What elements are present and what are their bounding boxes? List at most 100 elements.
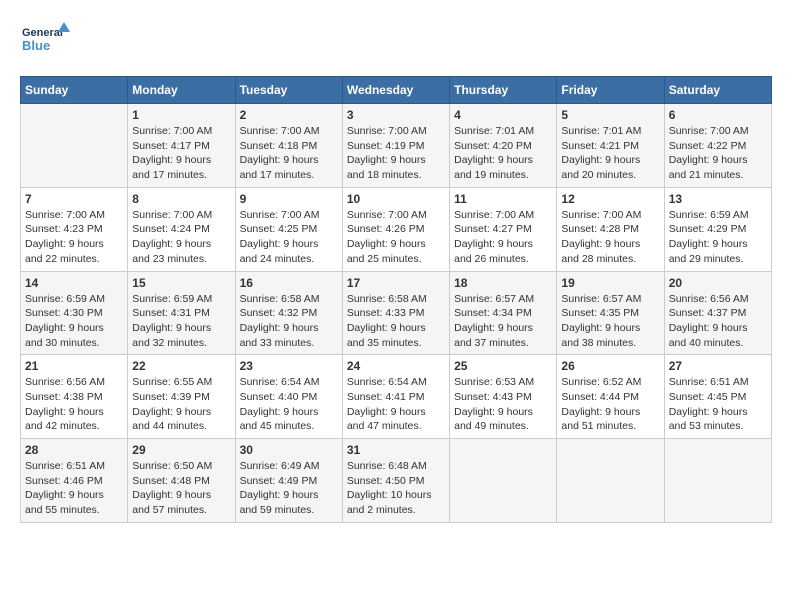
- day-number: 6: [669, 108, 767, 122]
- calendar-cell: 22 Sunrise: 6:55 AMSunset: 4:39 PMDayligh…: [128, 355, 235, 439]
- day-number: 17: [347, 276, 445, 290]
- calendar-cell: 28 Sunrise: 6:51 AMSunset: 4:46 PMDayligh…: [21, 439, 128, 523]
- day-of-week-header: Monday: [128, 77, 235, 104]
- calendar-cell: 11 Sunrise: 7:00 AMSunset: 4:27 PMDayligh…: [450, 187, 557, 271]
- cell-info: Sunrise: 7:00 AMSunset: 4:19 PMDaylight:…: [347, 124, 445, 183]
- page-header: General Blue: [20, 20, 772, 60]
- day-number: 23: [240, 359, 338, 373]
- cell-info: Sunrise: 6:51 AMSunset: 4:46 PMDaylight:…: [25, 459, 123, 518]
- cell-info: Sunrise: 6:58 AMSunset: 4:33 PMDaylight:…: [347, 292, 445, 351]
- cell-info: Sunrise: 7:00 AMSunset: 4:25 PMDaylight:…: [240, 208, 338, 267]
- calendar-cell: 16 Sunrise: 6:58 AMSunset: 4:32 PMDayligh…: [235, 271, 342, 355]
- day-number: 31: [347, 443, 445, 457]
- calendar-cell: 10 Sunrise: 7:00 AMSunset: 4:26 PMDayligh…: [342, 187, 449, 271]
- day-number: 16: [240, 276, 338, 290]
- day-number: 10: [347, 192, 445, 206]
- cell-info: Sunrise: 6:52 AMSunset: 4:44 PMDaylight:…: [561, 375, 659, 434]
- calendar-cell: [450, 439, 557, 523]
- calendar-table: SundayMondayTuesdayWednesdayThursdayFrid…: [20, 76, 772, 523]
- calendar-cell: 20 Sunrise: 6:56 AMSunset: 4:37 PMDayligh…: [664, 271, 771, 355]
- calendar-week-row: 28 Sunrise: 6:51 AMSunset: 4:46 PMDayligh…: [21, 439, 772, 523]
- cell-info: Sunrise: 7:00 AMSunset: 4:22 PMDaylight:…: [669, 124, 767, 183]
- day-number: 19: [561, 276, 659, 290]
- calendar-cell: 3Sunrise: 7:00 AMSunset: 4:19 PMDaylight…: [342, 104, 449, 188]
- day-number: 20: [669, 276, 767, 290]
- calendar-cell: 30 Sunrise: 6:49 AMSunset: 4:49 PMDayligh…: [235, 439, 342, 523]
- calendar-cell: 25Sunrise: 6:53 AMSunset: 4:43 PMDayligh…: [450, 355, 557, 439]
- calendar-body: 1 Sunrise: 7:00 AMSunset: 4:17 PMDaylight…: [21, 104, 772, 523]
- cell-info: Sunrise: 7:00 AMSunset: 4:17 PMDaylight:…: [132, 124, 230, 183]
- calendar-cell: 13 Sunrise: 6:59 AMSunset: 4:29 PMDayligh…: [664, 187, 771, 271]
- day-number: 13: [669, 192, 767, 206]
- calendar-cell: 31 Sunrise: 6:48 AMSunset: 4:50 PMDayligh…: [342, 439, 449, 523]
- cell-info: Sunrise: 6:58 AMSunset: 4:32 PMDaylight:…: [240, 292, 338, 351]
- calendar-cell: [664, 439, 771, 523]
- cell-info: Sunrise: 6:56 AMSunset: 4:37 PMDaylight:…: [669, 292, 767, 351]
- calendar-cell: 2 Sunrise: 7:00 AMSunset: 4:18 PMDaylight…: [235, 104, 342, 188]
- calendar-cell: 24Sunrise: 6:54 AMSunset: 4:41 PMDayligh…: [342, 355, 449, 439]
- logo-svg: General Blue: [20, 20, 70, 60]
- calendar-cell: 15 Sunrise: 6:59 AMSunset: 4:31 PMDayligh…: [128, 271, 235, 355]
- day-number: 1: [132, 108, 230, 122]
- calendar-cell: 14 Sunrise: 6:59 AMSunset: 4:30 PMDayligh…: [21, 271, 128, 355]
- calendar-cell: [21, 104, 128, 188]
- day-number: 28: [25, 443, 123, 457]
- calendar-header-row: SundayMondayTuesdayWednesdayThursdayFrid…: [21, 77, 772, 104]
- calendar-cell: 5 Sunrise: 7:01 AMSunset: 4:21 PMDaylight…: [557, 104, 664, 188]
- cell-info: Sunrise: 7:00 AMSunset: 4:26 PMDaylight:…: [347, 208, 445, 267]
- cell-info: Sunrise: 6:49 AMSunset: 4:49 PMDaylight:…: [240, 459, 338, 518]
- day-of-week-header: Wednesday: [342, 77, 449, 104]
- day-of-week-header: Thursday: [450, 77, 557, 104]
- day-number: 18: [454, 276, 552, 290]
- cell-info: Sunrise: 7:00 AMSunset: 4:27 PMDaylight:…: [454, 208, 552, 267]
- cell-info: Sunrise: 6:59 AMSunset: 4:30 PMDaylight:…: [25, 292, 123, 351]
- cell-info: Sunrise: 6:54 AMSunset: 4:40 PMDaylight:…: [240, 375, 338, 434]
- day-number: 22: [132, 359, 230, 373]
- calendar-cell: 8 Sunrise: 7:00 AMSunset: 4:24 PMDaylight…: [128, 187, 235, 271]
- calendar-cell: 17 Sunrise: 6:58 AMSunset: 4:33 PMDayligh…: [342, 271, 449, 355]
- day-of-week-header: Tuesday: [235, 77, 342, 104]
- cell-info: Sunrise: 6:55 AMSunset: 4:39 PMDaylight:…: [132, 375, 230, 434]
- day-number: 7: [25, 192, 123, 206]
- cell-info: Sunrise: 6:59 AMSunset: 4:29 PMDaylight:…: [669, 208, 767, 267]
- calendar-cell: 27Sunrise: 6:51 AMSunset: 4:45 PMDayligh…: [664, 355, 771, 439]
- cell-info: Sunrise: 7:00 AMSunset: 4:23 PMDaylight:…: [25, 208, 123, 267]
- day-number: 5: [561, 108, 659, 122]
- logo: General Blue: [20, 20, 70, 60]
- calendar-week-row: 7 Sunrise: 7:00 AMSunset: 4:23 PMDaylight…: [21, 187, 772, 271]
- day-number: 8: [132, 192, 230, 206]
- cell-info: Sunrise: 7:00 AMSunset: 4:18 PMDaylight:…: [240, 124, 338, 183]
- calendar-cell: 18Sunrise: 6:57 AMSunset: 4:34 PMDayligh…: [450, 271, 557, 355]
- day-number: 12: [561, 192, 659, 206]
- calendar-cell: [557, 439, 664, 523]
- day-of-week-header: Saturday: [664, 77, 771, 104]
- day-number: 27: [669, 359, 767, 373]
- day-number: 29: [132, 443, 230, 457]
- day-number: 9: [240, 192, 338, 206]
- svg-text:Blue: Blue: [22, 38, 50, 53]
- day-number: 11: [454, 192, 552, 206]
- calendar-cell: 9 Sunrise: 7:00 AMSunset: 4:25 PMDaylight…: [235, 187, 342, 271]
- cell-info: Sunrise: 6:56 AMSunset: 4:38 PMDaylight:…: [25, 375, 123, 434]
- cell-info: Sunrise: 7:01 AMSunset: 4:21 PMDaylight:…: [561, 124, 659, 183]
- cell-info: Sunrise: 6:54 AMSunset: 4:41 PMDaylight:…: [347, 375, 445, 434]
- calendar-cell: 19Sunrise: 6:57 AMSunset: 4:35 PMDayligh…: [557, 271, 664, 355]
- calendar-week-row: 14 Sunrise: 6:59 AMSunset: 4:30 PMDayligh…: [21, 271, 772, 355]
- day-number: 4: [454, 108, 552, 122]
- day-of-week-header: Sunday: [21, 77, 128, 104]
- day-number: 26: [561, 359, 659, 373]
- cell-info: Sunrise: 6:48 AMSunset: 4:50 PMDaylight:…: [347, 459, 445, 518]
- calendar-week-row: 21Sunrise: 6:56 AMSunset: 4:38 PMDayligh…: [21, 355, 772, 439]
- calendar-cell: 26 Sunrise: 6:52 AMSunset: 4:44 PMDayligh…: [557, 355, 664, 439]
- cell-info: Sunrise: 6:50 AMSunset: 4:48 PMDaylight:…: [132, 459, 230, 518]
- calendar-cell: 6 Sunrise: 7:00 AMSunset: 4:22 PMDaylight…: [664, 104, 771, 188]
- day-number: 30: [240, 443, 338, 457]
- cell-info: Sunrise: 7:00 AMSunset: 4:24 PMDaylight:…: [132, 208, 230, 267]
- cell-info: Sunrise: 6:59 AMSunset: 4:31 PMDaylight:…: [132, 292, 230, 351]
- day-number: 2: [240, 108, 338, 122]
- calendar-cell: 23 Sunrise: 6:54 AMSunset: 4:40 PMDayligh…: [235, 355, 342, 439]
- day-number: 14: [25, 276, 123, 290]
- day-number: 15: [132, 276, 230, 290]
- cell-info: Sunrise: 7:01 AMSunset: 4:20 PMDaylight:…: [454, 124, 552, 183]
- day-number: 25: [454, 359, 552, 373]
